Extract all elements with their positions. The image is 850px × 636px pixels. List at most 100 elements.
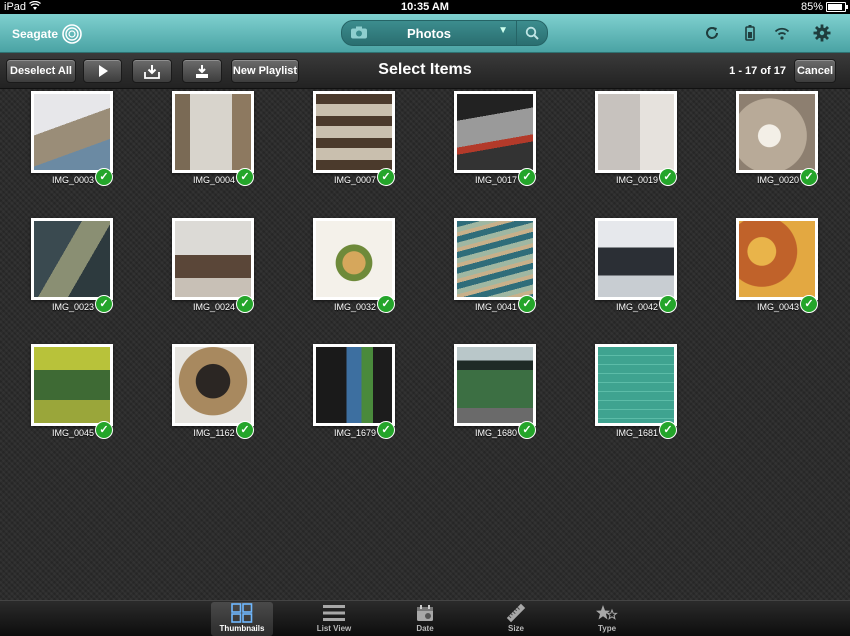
photo-image bbox=[316, 221, 392, 297]
grid-icon bbox=[211, 602, 273, 624]
thumbnail-frame bbox=[313, 344, 395, 426]
photo-thumbnail[interactable]: IMG_0020 ✓ bbox=[736, 91, 820, 186]
photo-thumbnail[interactable]: IMG_0007 ✓ bbox=[313, 91, 397, 186]
photo-thumbnail[interactable]: IMG_1681 ✓ bbox=[595, 344, 679, 439]
battery-icon bbox=[826, 2, 848, 12]
thumbnail-frame bbox=[595, 218, 677, 300]
selected-check-icon: ✓ bbox=[95, 421, 113, 439]
gear-icon bbox=[813, 24, 831, 42]
cancel-button[interactable]: Cancel bbox=[794, 59, 836, 83]
settings-button[interactable] bbox=[812, 23, 832, 43]
thumbnail-frame bbox=[736, 218, 818, 300]
selected-check-icon: ✓ bbox=[659, 421, 677, 439]
tab-list-view[interactable]: List View bbox=[303, 602, 365, 636]
thumbnail-frame bbox=[172, 344, 254, 426]
selected-check-icon: ✓ bbox=[800, 168, 818, 186]
sync-button[interactable] bbox=[702, 23, 722, 43]
photo-thumbnail[interactable]: IMG_0003 ✓ bbox=[31, 91, 115, 186]
photo-thumbnail[interactable]: IMG_1162 ✓ bbox=[172, 344, 256, 439]
list-icon bbox=[303, 602, 365, 624]
photo-thumbnail[interactable]: IMG_0019 ✓ bbox=[595, 91, 679, 186]
thumbnail-frame bbox=[313, 218, 395, 300]
page-title: Select Items bbox=[378, 61, 472, 78]
photo-thumbnail[interactable]: IMG_1680 ✓ bbox=[454, 344, 538, 439]
thumbnail-frame bbox=[595, 344, 677, 426]
thumbnail-frame bbox=[172, 218, 254, 300]
thumbnail-frame bbox=[31, 344, 113, 426]
tab-label: List View bbox=[316, 624, 352, 633]
tab-label: Thumbnails bbox=[219, 624, 265, 633]
photo-image bbox=[457, 347, 533, 423]
wireless-button[interactable] bbox=[772, 23, 792, 43]
thumbnail-frame bbox=[31, 218, 113, 300]
tab-label: Type bbox=[597, 624, 617, 633]
status-bar: iPad 10:35 AM 85% bbox=[0, 0, 850, 14]
photo-thumbnail[interactable]: IMG_0017 ✓ bbox=[454, 91, 538, 186]
logo-text: Seagate bbox=[12, 27, 59, 41]
thumbnail-frame bbox=[454, 344, 536, 426]
battery-status-icon bbox=[745, 25, 755, 41]
photo-image bbox=[598, 94, 674, 170]
tab-thumbnails[interactable]: Thumbnails bbox=[211, 602, 273, 636]
photo-thumbnail[interactable]: IMG_0045 ✓ bbox=[31, 344, 115, 439]
calendar-icon bbox=[394, 602, 456, 624]
photo-image bbox=[34, 221, 110, 297]
selected-check-icon: ✓ bbox=[95, 168, 113, 186]
wifi-icon bbox=[774, 27, 790, 40]
clock: 10:35 AM bbox=[401, 1, 449, 13]
photo-thumbnail[interactable]: IMG_0043 ✓ bbox=[736, 218, 820, 313]
device-battery-button[interactable] bbox=[740, 23, 760, 43]
view-tab-bar: Thumbnails List View Date Size Type bbox=[0, 600, 850, 636]
app-header: Seagate Photos ▼ bbox=[0, 14, 850, 53]
camera-icon bbox=[350, 26, 368, 42]
tab-label: Date bbox=[416, 624, 434, 633]
photo-image bbox=[175, 221, 251, 297]
tab-size[interactable]: Size bbox=[485, 602, 547, 636]
stars-icon bbox=[576, 602, 638, 624]
photo-thumbnail[interactable]: IMG_0032 ✓ bbox=[313, 218, 397, 313]
photo-image bbox=[457, 221, 533, 297]
ruler-icon bbox=[485, 602, 547, 624]
thumbnail-frame bbox=[595, 91, 677, 173]
search-button[interactable] bbox=[516, 20, 548, 46]
tab-type[interactable]: Type bbox=[576, 602, 638, 636]
photo-thumbnail[interactable]: IMG_0024 ✓ bbox=[172, 218, 256, 313]
photo-image bbox=[739, 94, 815, 170]
selected-check-icon: ✓ bbox=[95, 295, 113, 313]
photo-thumbnail[interactable]: IMG_1679 ✓ bbox=[313, 344, 397, 439]
photo-image bbox=[316, 347, 392, 423]
photo-thumbnail[interactable]: IMG_0004 ✓ bbox=[172, 91, 256, 186]
photo-image bbox=[316, 94, 392, 170]
photo-image bbox=[175, 347, 251, 423]
photo-image bbox=[598, 347, 674, 423]
photo-thumbnail[interactable]: IMG_0023 ✓ bbox=[31, 218, 115, 313]
photo-image bbox=[739, 221, 815, 297]
search-icon bbox=[525, 26, 539, 40]
logo-mark-icon bbox=[62, 24, 82, 44]
selected-check-icon: ✓ bbox=[236, 421, 254, 439]
selected-check-icon: ✓ bbox=[518, 295, 536, 313]
photo-image bbox=[34, 347, 110, 423]
chevron-down-icon: ▼ bbox=[498, 25, 508, 36]
selected-check-icon: ✓ bbox=[659, 295, 677, 313]
tab-date[interactable]: Date bbox=[394, 602, 456, 636]
battery-percent: 85% bbox=[800, 1, 823, 13]
selected-check-icon: ✓ bbox=[236, 168, 254, 186]
photo-image bbox=[34, 94, 110, 170]
photo-thumbnail[interactable]: IMG_0042 ✓ bbox=[595, 218, 679, 313]
thumbnail-frame bbox=[313, 91, 395, 173]
selected-check-icon: ✓ bbox=[518, 168, 536, 186]
thumbnail-frame bbox=[172, 91, 254, 173]
thumbnail-frame bbox=[454, 91, 536, 173]
refresh-icon bbox=[706, 27, 718, 39]
selected-check-icon: ✓ bbox=[377, 421, 395, 439]
tab-label: Size bbox=[507, 624, 524, 633]
selection-toolbar: Deselect All New Playlist Select Items 1… bbox=[0, 53, 850, 89]
photo-thumbnail[interactable]: IMG_0041 ✓ bbox=[454, 218, 538, 313]
source-dropdown[interactable]: Photos ▼ bbox=[341, 20, 517, 46]
thumbnail-grid: IMG_0003 ✓ IMG_0004 ✓ IMG_0007 ✓ IMG_0017 ✓ IMG_… bbox=[0, 89, 850, 600]
selected-check-icon: ✓ bbox=[518, 421, 536, 439]
thumbnail-frame bbox=[31, 91, 113, 173]
photo-image bbox=[598, 221, 674, 297]
seagate-logo: Seagate bbox=[12, 23, 84, 45]
